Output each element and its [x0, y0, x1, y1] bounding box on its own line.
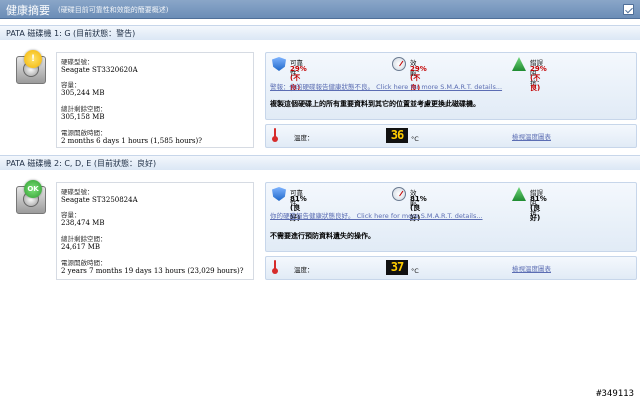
ok-badge-icon: OK [24, 180, 42, 198]
drive1-info-box: 硬碟型號： Seagate ST3320620A 容量： 305,244 MB 總計… [56, 52, 254, 148]
warning-badge-icon: ! [24, 50, 42, 68]
drive2-info-box: 硬碟型號： Seagate ST3250824A 容量： 238,474 MB 總計… [56, 182, 254, 280]
capacity-value: 238,474 MB [61, 219, 105, 227]
temperature-display: 36 [386, 128, 408, 143]
drive1-health-panel: 可靠性： 29% (不良) 效能： 29% (不良) 錯誤阻抗： 29% (不良… [265, 52, 637, 120]
thermometer-icon [272, 128, 278, 142]
model-label: 硬碟型號： [61, 188, 94, 196]
power-on-value: 2 years 7 months 19 days 13 hours (23,02… [61, 267, 244, 275]
capacity-label: 容量： [61, 211, 81, 219]
advice-text: 複製這個硬碟上的所有重要資料到其它的位置並考慮更換此磁碟機。 [270, 100, 480, 108]
thermometer-icon [272, 260, 278, 274]
temperature-label: 溫度： [294, 266, 314, 274]
drive1-section-label: PATA 磁碟機 1: G (目前狀態：警告) [6, 29, 136, 38]
advice-text: 不需要進行預防資料遺失的操作。 [270, 232, 375, 240]
power-on-value: 2 months 6 days 1 hours (1,585 hours)? [61, 137, 203, 145]
shield-icon [272, 57, 286, 71]
smart-details-link[interactable]: 警報：你的硬碟報告健康狀態不良。 Click here for more S.M… [270, 81, 502, 91]
check-icon[interactable] [623, 4, 634, 15]
capacity-value: 305,244 MB [61, 89, 105, 97]
free-space-label: 總計剩餘空間： [61, 105, 107, 113]
triangle-icon [512, 187, 526, 201]
temperature-unit: °C [411, 267, 419, 275]
triangle-icon [512, 57, 526, 71]
power-on-label: 電源開啟時間： [61, 259, 107, 267]
gauge-icon [392, 57, 406, 71]
shield-icon [272, 187, 286, 201]
temperature-chart-link[interactable]: 檢視溫度圖表 [512, 263, 551, 273]
model-value: Seagate ST3320620A [61, 66, 138, 74]
title-bar: 健康摘要 (硬碟目前可靠性和效能的簡要概述) [0, 0, 640, 19]
model-label: 硬碟型號： [61, 58, 94, 66]
free-space-value: 305,158 MB [61, 113, 105, 121]
temperature-label: 溫度： [294, 134, 314, 142]
temperature-display: 37 [386, 260, 408, 275]
drive2-section-header: PATA 磁碟機 2: C, D, E (目前狀態：良好) [0, 155, 640, 171]
smart-details-link[interactable]: 你的硬碟報告健康狀態良好。 Click here for more S.M.A.… [270, 210, 483, 220]
capacity-label: 容量： [61, 81, 81, 89]
error-value: 29% (不良) [530, 65, 547, 92]
gauge-icon [392, 187, 406, 201]
page-title: 健康摘要 [6, 4, 50, 17]
watermark: #349113 [596, 389, 634, 399]
power-on-label: 電源開啟時間： [61, 129, 107, 137]
drive2-section: OK 硬碟型號： Seagate ST3250824A 容量： 238,474 MB… [0, 170, 640, 282]
free-space-label: 總計剩餘空間： [61, 235, 107, 243]
drive2-section-label: PATA 磁碟機 2: C, D, E (目前狀態：良好) [6, 159, 157, 168]
hard-drive-icon: OK [12, 180, 48, 216]
drive1-section-header: PATA 磁碟機 1: G (目前狀態：警告) [0, 25, 640, 41]
drive2-health-panel: 可靠性： 81% (良好) 效能： 81% (良好) 錯誤阻抗： 81% (良好… [265, 182, 637, 252]
drive1-temperature-panel: 溫度： 36 °C 檢視溫度圖表 [265, 124, 637, 148]
page-subtitle: (硬碟目前可靠性和效能的簡要概述) [58, 6, 169, 14]
error-value: 81% (良好) [530, 195, 547, 222]
temperature-chart-link[interactable]: 檢視溫度圖表 [512, 131, 551, 141]
model-value: Seagate ST3250824A [61, 196, 138, 204]
hard-drive-icon: ! [12, 50, 48, 86]
drive2-temperature-panel: 溫度： 37 °C 檢視溫度圖表 [265, 256, 637, 280]
temperature-unit: °C [411, 135, 419, 143]
drive1-section: ! 硬碟型號： Seagate ST3320620A 容量： 305,244 MB … [0, 40, 640, 148]
free-space-value: 24,617 MB [61, 243, 101, 251]
